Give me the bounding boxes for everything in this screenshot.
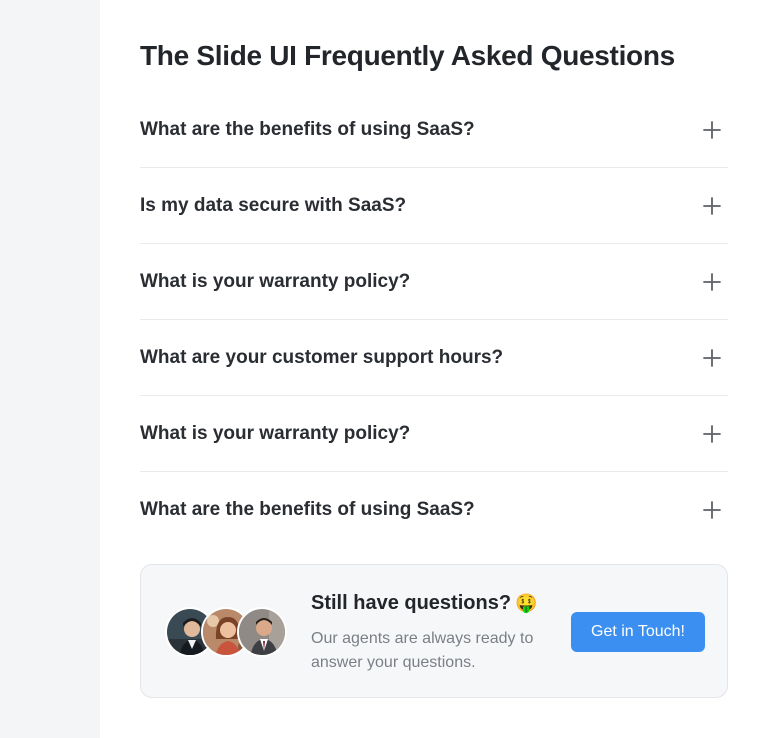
contact-cta-card: Still have questions? 🤑 Our agents are al… xyxy=(140,564,728,698)
faq-item[interactable]: What is your warranty policy? xyxy=(140,244,728,320)
plus-icon[interactable] xyxy=(702,348,722,368)
plus-icon[interactable] xyxy=(702,120,722,140)
plus-icon[interactable] xyxy=(702,500,722,520)
cta-title: Still have questions? 🤑 xyxy=(311,592,537,615)
faq-question: What are the benefits of using SaaS? xyxy=(140,499,475,520)
faq-item[interactable]: Is my data secure with SaaS? xyxy=(140,168,728,244)
faq-list: What are the benefits of using SaaS? Is … xyxy=(140,92,728,548)
faq-item[interactable]: What are the benefits of using SaaS? xyxy=(140,92,728,168)
cta-title-text: Still have questions? xyxy=(311,592,512,614)
money-face-emoji: 🤑 xyxy=(515,593,538,613)
get-in-touch-button[interactable]: Get in Touch! xyxy=(571,612,705,652)
page-title: The Slide UI Frequently Asked Questions xyxy=(140,40,675,71)
agent-avatar-group xyxy=(165,607,289,657)
faq-item[interactable]: What are your customer support hours? xyxy=(140,320,728,396)
plus-icon[interactable] xyxy=(702,272,722,292)
faq-question: What is your warranty policy? xyxy=(140,270,411,292)
faq-question: What is your warranty policy? xyxy=(140,422,411,444)
faq-question: Is my data secure with SaaS? xyxy=(140,194,407,216)
plus-icon[interactable] xyxy=(702,196,722,216)
agent-avatar xyxy=(237,607,287,657)
faq-item[interactable]: What are the benefits of using SaaS? xyxy=(140,472,728,548)
cta-description: Our agents are always ready to answer yo… xyxy=(311,630,534,671)
faq-question: What are your customer support hours? xyxy=(140,346,504,368)
faq-item[interactable]: What is your warranty policy? xyxy=(140,396,728,472)
plus-icon[interactable] xyxy=(702,424,722,444)
faq-question: What are the benefits of using SaaS? xyxy=(140,118,475,140)
left-sidebar-rail xyxy=(0,0,100,738)
